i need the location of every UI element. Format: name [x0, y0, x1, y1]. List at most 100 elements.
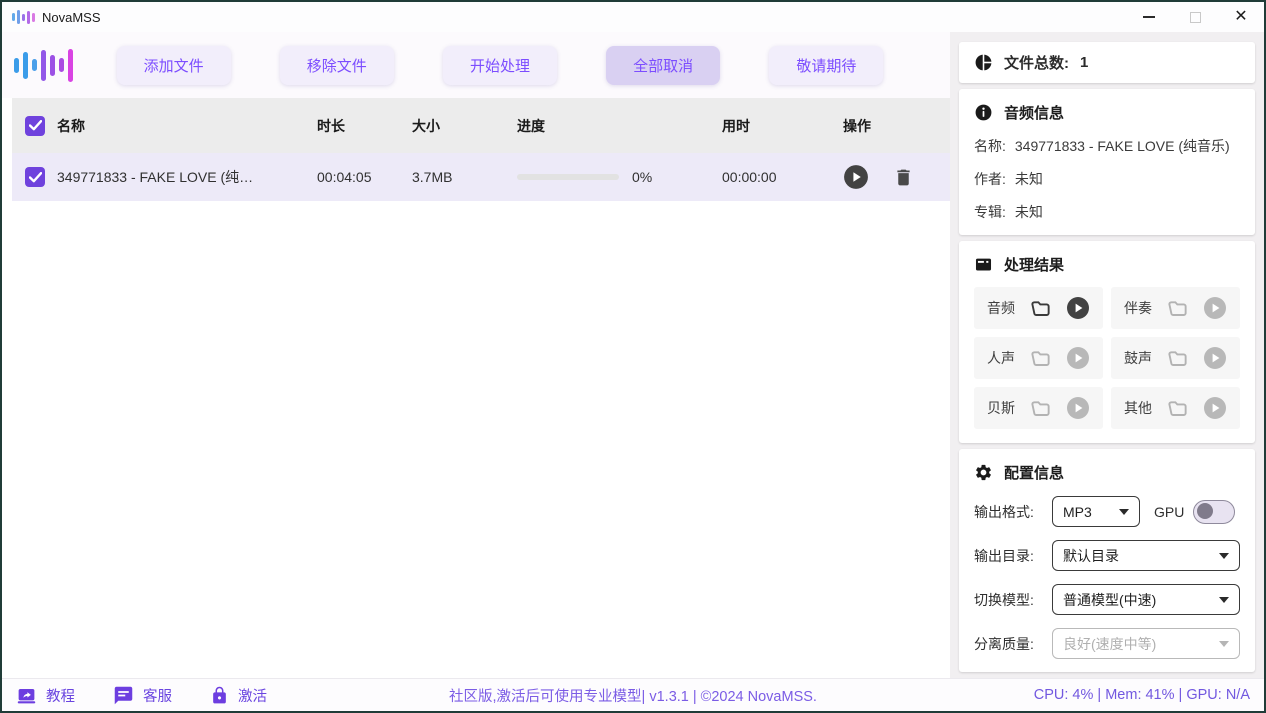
audio-album-field: 专辑: 未知	[974, 202, 1240, 222]
header-actions: 操作	[827, 116, 949, 136]
maximize-button[interactable]	[1172, 2, 1218, 32]
check-icon	[29, 120, 42, 131]
output-format-row: 输出格式: MP3 GPU	[974, 496, 1240, 527]
tutorial-icon	[16, 685, 37, 706]
output-format-select[interactable]: MP3	[1052, 496, 1140, 527]
toggle-knob	[1197, 503, 1213, 519]
close-icon: ✕	[1234, 9, 1247, 25]
titlebar: NovaMSS ✕	[2, 2, 1264, 32]
play-icon	[1203, 296, 1227, 320]
open-folder-button-disabled	[1166, 297, 1189, 320]
close-button[interactable]: ✕	[1218, 2, 1264, 32]
trash-icon	[893, 167, 914, 188]
activate-link[interactable]: 激活	[210, 685, 267, 706]
result-label: 人声	[987, 348, 1015, 368]
result-item-accompaniment: 伴奏	[1111, 287, 1240, 329]
output-dir-value: 默认目录	[1063, 546, 1119, 566]
audio-album-label: 专辑:	[974, 202, 1006, 222]
select-all-checkbox[interactable]	[25, 116, 45, 136]
file-time-used: 00:00:00	[722, 169, 827, 185]
output-dir-label: 输出目录:	[974, 546, 1052, 566]
start-processing-button[interactable]: 开始处理	[443, 46, 557, 85]
file-total-card: 文件总数: 1	[959, 42, 1255, 83]
open-folder-button[interactable]	[1029, 297, 1052, 320]
play-result-button-disabled	[1066, 346, 1090, 370]
result-label: 贝斯	[987, 398, 1015, 418]
minimize-icon	[1143, 16, 1155, 18]
window-title: NovaMSS	[42, 10, 101, 25]
chevron-down-icon	[1219, 553, 1229, 559]
output-dir-select[interactable]: 默认目录	[1052, 540, 1240, 571]
status-bar: 社区版,激活后可使用专业模型| v1.3.1 | ©2024 NovaMSS. …	[2, 678, 1264, 711]
app-window: NovaMSS ✕ 添加文件 移除文件 开始处理 全部取消 敬请期待	[0, 0, 1266, 713]
file-table: 名称 时长 大小 进度 用时 操作 349771833 - FAKE LOVE …	[12, 98, 950, 201]
play-result-button[interactable]	[1066, 296, 1090, 320]
results-title: 处理结果	[1004, 254, 1064, 275]
check-icon	[29, 172, 42, 183]
support-label: 客服	[143, 685, 172, 706]
coming-soon-button[interactable]: 敬请期待	[769, 46, 883, 85]
remove-files-button[interactable]: 移除文件	[280, 46, 394, 85]
tutorial-link[interactable]: 教程	[16, 685, 75, 706]
play-icon	[1203, 396, 1227, 420]
header-size: 大小	[412, 116, 517, 136]
result-item-vocals: 人声	[974, 337, 1103, 379]
folder-icon	[1029, 347, 1052, 370]
file-total-label: 文件总数:	[1004, 52, 1069, 73]
info-icon	[974, 103, 993, 122]
model-select[interactable]: 普通模型(中速)	[1052, 584, 1240, 615]
play-icon	[843, 164, 869, 190]
support-link[interactable]: 客服	[113, 685, 172, 706]
play-button[interactable]	[843, 164, 869, 190]
play-icon	[1066, 346, 1090, 370]
file-size: 3.7MB	[412, 169, 517, 185]
cancel-all-button[interactable]: 全部取消	[606, 46, 720, 85]
row-checkbox[interactable]	[25, 167, 45, 187]
chevron-down-icon	[1219, 597, 1229, 603]
output-format-label: 输出格式:	[974, 502, 1052, 522]
play-result-button-disabled	[1203, 396, 1227, 420]
progress-label: 0%	[632, 169, 652, 185]
quality-row: 分离质量: 良好(速度中等)	[974, 628, 1240, 659]
audio-artist-value: 未知	[1015, 169, 1043, 189]
progress-bar	[517, 174, 619, 180]
audio-artist-field: 作者: 未知	[974, 169, 1240, 189]
add-files-button[interactable]: 添加文件	[117, 46, 231, 85]
output-dir-row: 输出目录: 默认目录	[974, 540, 1240, 571]
system-stats: CPU: 4% | Mem: 41% | GPU: N/A	[1034, 687, 1250, 703]
minimize-button[interactable]	[1126, 2, 1172, 32]
audio-artist-label: 作者:	[974, 169, 1006, 189]
quality-select: 良好(速度中等)	[1052, 628, 1240, 659]
table-empty-area	[2, 201, 950, 678]
header-time-used: 用时	[722, 116, 827, 136]
audio-info-title: 音频信息	[1004, 102, 1064, 123]
audio-name-field: 名称: 349771833 - FAKE LOVE (纯音乐)	[974, 136, 1240, 156]
main-panel: 添加文件 移除文件 开始处理 全部取消 敬请期待 名称 时长 大小	[2, 32, 950, 678]
lock-icon	[210, 685, 229, 706]
gpu-toggle[interactable]	[1193, 500, 1235, 524]
audio-name-value: 349771833 - FAKE LOVE (纯音乐)	[1015, 136, 1230, 156]
play-icon	[1066, 296, 1090, 320]
open-folder-button-disabled	[1166, 397, 1189, 420]
result-item-bass: 贝斯	[974, 387, 1103, 429]
result-item-other: 其他	[1111, 387, 1240, 429]
activate-label: 激活	[238, 685, 267, 706]
toolbar: 添加文件 移除文件 开始处理 全部取消 敬请期待	[2, 32, 950, 98]
result-item-drums: 鼓声	[1111, 337, 1240, 379]
play-result-button-disabled	[1066, 396, 1090, 420]
folder-icon	[1029, 297, 1052, 320]
delete-button[interactable]	[893, 167, 914, 188]
header-progress: 进度	[517, 116, 722, 136]
table-row[interactable]: 349771833 - FAKE LOVE (纯… 00:04:05 3.7MB…	[12, 153, 950, 201]
result-label: 鼓声	[1124, 348, 1152, 368]
header-name: 名称	[57, 116, 317, 136]
table-header: 名称 时长 大小 进度 用时 操作	[12, 98, 950, 153]
quality-value: 良好(速度中等)	[1063, 634, 1156, 654]
app-icon-waveform	[12, 9, 35, 25]
play-icon	[1066, 396, 1090, 420]
gear-icon	[974, 463, 993, 482]
file-duration: 00:04:05	[317, 169, 412, 185]
audio-album-value: 未知	[1015, 202, 1043, 222]
folder-icon	[1029, 397, 1052, 420]
config-title: 配置信息	[1004, 462, 1064, 483]
